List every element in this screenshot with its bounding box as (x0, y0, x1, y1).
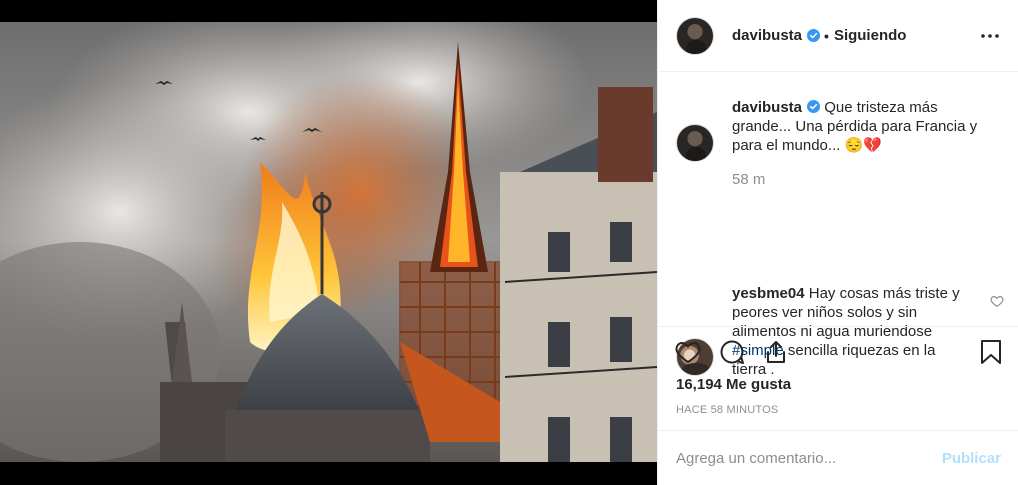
verified-badge-icon (807, 100, 821, 113)
comment-like-heart-icon[interactable] (990, 294, 1004, 308)
likes-count[interactable]: 16,194 Me gusta (676, 376, 791, 393)
caption-item: davibusta Que tristeza más grande... Una… (676, 98, 1000, 189)
heart-icon[interactable] (674, 338, 702, 366)
comment-username[interactable]: yesbme04 (732, 285, 805, 302)
author-avatar[interactable] (676, 16, 714, 55)
publish-button[interactable]: Publicar (942, 450, 1001, 467)
comments-list[interactable]: davibusta Que tristeza más grande... Una… (658, 72, 1018, 378)
notre-dame-fire-image (0, 22, 657, 462)
comment-icon[interactable] (718, 338, 746, 366)
comment-composer: Publicar (658, 430, 1018, 485)
following-button[interactable]: Siguiendo (834, 27, 907, 44)
caption-author-avatar[interactable] (676, 124, 714, 162)
bookmark-icon[interactable] (977, 338, 1005, 366)
author-username[interactable]: davibusta (732, 27, 802, 44)
comment-input[interactable] (676, 449, 942, 467)
post-actions-bar (658, 326, 1018, 376)
post-timestamp[interactable]: HACE 58 MINUTOS (676, 404, 778, 416)
more-options-icon[interactable] (978, 24, 1002, 48)
share-icon[interactable] (762, 338, 790, 366)
post-details-panel: davibusta • Siguiendo davibusta Que tris… (657, 0, 1018, 485)
caption-username[interactable]: davibusta (732, 99, 802, 116)
caption-body: davibusta Que tristeza más grande... Una… (732, 98, 1000, 189)
header-separator: • (824, 27, 829, 44)
post-header: davibusta • Siguiendo (658, 0, 1018, 72)
verified-badge-icon (807, 29, 821, 42)
caption-time[interactable]: 58 m (732, 170, 1000, 189)
post-photo[interactable] (0, 22, 657, 462)
post-modal: davibusta • Siguiendo davibusta Que tris… (0, 0, 1018, 485)
